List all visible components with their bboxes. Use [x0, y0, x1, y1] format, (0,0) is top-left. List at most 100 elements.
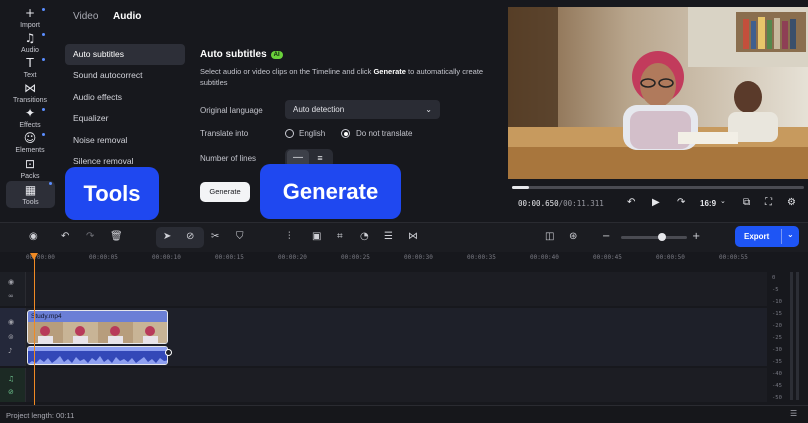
adjust-icon[interactable]: ☰ — [384, 231, 393, 242]
left-sidebar: + Import ♫ Audio T Text ⋈ Transitions ✦ … — [0, 0, 60, 219]
zoom-out-icon[interactable]: − — [602, 231, 610, 242]
magnet-icon[interactable]: ⊛ — [569, 231, 577, 242]
audio-track-icon[interactable]: ♫ — [8, 375, 14, 383]
volume-handle[interactable] — [165, 349, 172, 356]
desc-text: Select audio or video clips on the Timel… — [200, 67, 374, 76]
shield-icon[interactable]: ⛉ — [236, 231, 244, 242]
split-audio-icon[interactable]: ⫶ — [288, 231, 291, 242]
timeline-toolbar: ◉ ↶ ↷ 🗑 ➤ ⊘ ✂ ⛉ ⫶ ▣ ⌗ ◔ ☰ ⋈ ◫ ⊛ − + — [0, 222, 808, 252]
audio-waveform — [28, 347, 167, 364]
original-language-dropdown[interactable]: Auto detection ⌄ — [285, 100, 440, 119]
panel-title-row: Auto subtitles AI — [200, 49, 283, 60]
record-icon[interactable]: ◉ — [29, 231, 38, 242]
lock-icon[interactable]: ⊚ — [8, 333, 14, 341]
vu-scale-label: -20 — [772, 323, 782, 329]
new-dot — [42, 58, 45, 61]
captions-icon[interactable]: ▣ — [312, 231, 321, 242]
number-of-lines-label: Number of lines — [200, 154, 257, 163]
tab-audio[interactable]: Audio — [113, 11, 141, 22]
video-clip[interactable]: Study.mp4 — [27, 310, 168, 344]
radio-english[interactable] — [285, 129, 294, 138]
forward-icon[interactable]: ↷ — [677, 197, 685, 208]
eye-icon[interactable]: ◉ — [8, 318, 14, 326]
chevron-down-icon[interactable]: ⌄ — [787, 230, 794, 239]
rail-elements[interactable]: ☺ Elements — [0, 132, 60, 157]
vu-scale-label: -15 — [772, 311, 782, 317]
rail-text[interactable]: T Text — [0, 57, 60, 82]
playhead-handle[interactable] — [30, 253, 38, 260]
speed-icon[interactable]: ◔ — [360, 231, 369, 242]
scissors-icon[interactable]: ✂ — [211, 231, 219, 242]
ruler-tick-label: 00:00:10 — [152, 254, 181, 261]
rail-audio[interactable]: ♫ Audio — [0, 32, 60, 57]
chevron-down-icon: ⌄ — [425, 105, 432, 114]
rewind-icon[interactable]: ↶ — [627, 197, 635, 208]
gear-icon[interactable]: ⚙ — [787, 197, 796, 208]
menu-auto-subtitles[interactable]: Auto subtitles — [65, 44, 185, 65]
seek-progress — [512, 186, 529, 189]
zoom-in-icon[interactable]: + — [692, 231, 700, 242]
ruler-tick-label: 00:00:20 — [278, 254, 307, 261]
play-icon[interactable]: ▶ — [652, 197, 660, 208]
aspect-ratio-select[interactable]: 16:9 — [700, 199, 716, 208]
rail-label: Import — [20, 22, 40, 29]
disable-icon[interactable]: ⊘ — [186, 231, 194, 242]
ruler-tick-label: 00:00:50 — [656, 254, 685, 261]
track-audio[interactable] — [26, 368, 767, 402]
snapshot-icon[interactable]: ⧉ — [743, 197, 750, 208]
radio-do-not-translate[interactable] — [341, 129, 350, 138]
clip-name: Study.mp4 — [31, 313, 62, 320]
detach-icon[interactable]: ◫ — [545, 231, 554, 242]
export-label: Export — [744, 232, 770, 241]
rail-effects[interactable]: ✦ Effects — [0, 107, 60, 132]
audio-clip[interactable] — [27, 346, 168, 365]
menu-noise-removal[interactable]: Noise removal — [65, 130, 185, 151]
clip-thumbnails — [28, 322, 167, 343]
rail-transitions[interactable]: ⋈ Transitions — [0, 82, 60, 107]
ruler-tick-label: 00:00:05 — [89, 254, 118, 261]
eye-icon[interactable]: ◉ — [8, 278, 14, 286]
ruler-tick-label: 00:00:45 — [593, 254, 622, 261]
rail-label: Text — [23, 72, 37, 79]
ruler-tick-label: 00:00:25 — [341, 254, 370, 261]
seek-bar[interactable] — [512, 186, 804, 189]
transitions-icon: ⋈ — [24, 81, 36, 95]
ai-badge: AI — [270, 51, 283, 59]
new-dot — [42, 33, 45, 36]
cursor-icon[interactable]: ➤ — [163, 231, 171, 242]
mute-icon[interactable]: ⊘ — [8, 388, 14, 396]
fullscreen-icon[interactable]: ⛶ — [765, 197, 772, 208]
vu-scale-label: -50 — [772, 395, 782, 401]
zoom-slider-thumb[interactable] — [657, 233, 666, 241]
transition-icon[interactable]: ⋈ — [408, 231, 418, 242]
zoom-slider[interactable] — [621, 233, 687, 241]
vu-scale-label: -30 — [772, 347, 782, 353]
rail-label: Audio — [21, 47, 39, 54]
trash-icon[interactable]: 🗑 — [110, 231, 123, 242]
track-empty[interactable] — [26, 272, 767, 306]
chevron-down-icon[interactable]: ⌄ — [720, 197, 726, 205]
crop-icon[interactable]: ⌗ — [337, 231, 343, 242]
smiley-icon: ☺ — [23, 131, 37, 145]
rail-tools[interactable]: ▦ Tools — [6, 181, 55, 208]
rail-label: Transitions — [13, 97, 47, 104]
redo-icon[interactable]: ↷ — [86, 231, 94, 242]
settings-sliders-icon[interactable]: ☰ — [790, 409, 797, 418]
rail-packs[interactable]: ⊡ Packs — [0, 158, 60, 183]
vu-bar-right — [796, 272, 799, 400]
panel-description: Select audio or video clips on the Timel… — [200, 66, 505, 88]
volume-icon[interactable]: ♪ — [8, 347, 12, 355]
menu-audio-effects[interactable]: Audio effects — [65, 87, 185, 108]
export-button[interactable]: Export ⌄ — [735, 226, 799, 247]
vu-scale-label: -5 — [772, 287, 779, 293]
tab-video[interactable]: Video — [73, 11, 98, 22]
undo-icon[interactable]: ↶ — [61, 231, 69, 242]
rail-import[interactable]: + Import — [0, 7, 60, 32]
link-icon[interactable]: ∞ — [8, 292, 14, 300]
menu-equalizer[interactable]: Equalizer — [65, 108, 185, 129]
video-preview[interactable] — [508, 7, 808, 179]
ruler-tick-label: 00:00:35 — [467, 254, 496, 261]
menu-sound-autocorrect[interactable]: Sound autocorrect — [65, 65, 185, 86]
translate-into-label: Translate into — [200, 129, 249, 138]
generate-button[interactable]: Generate — [200, 182, 250, 202]
